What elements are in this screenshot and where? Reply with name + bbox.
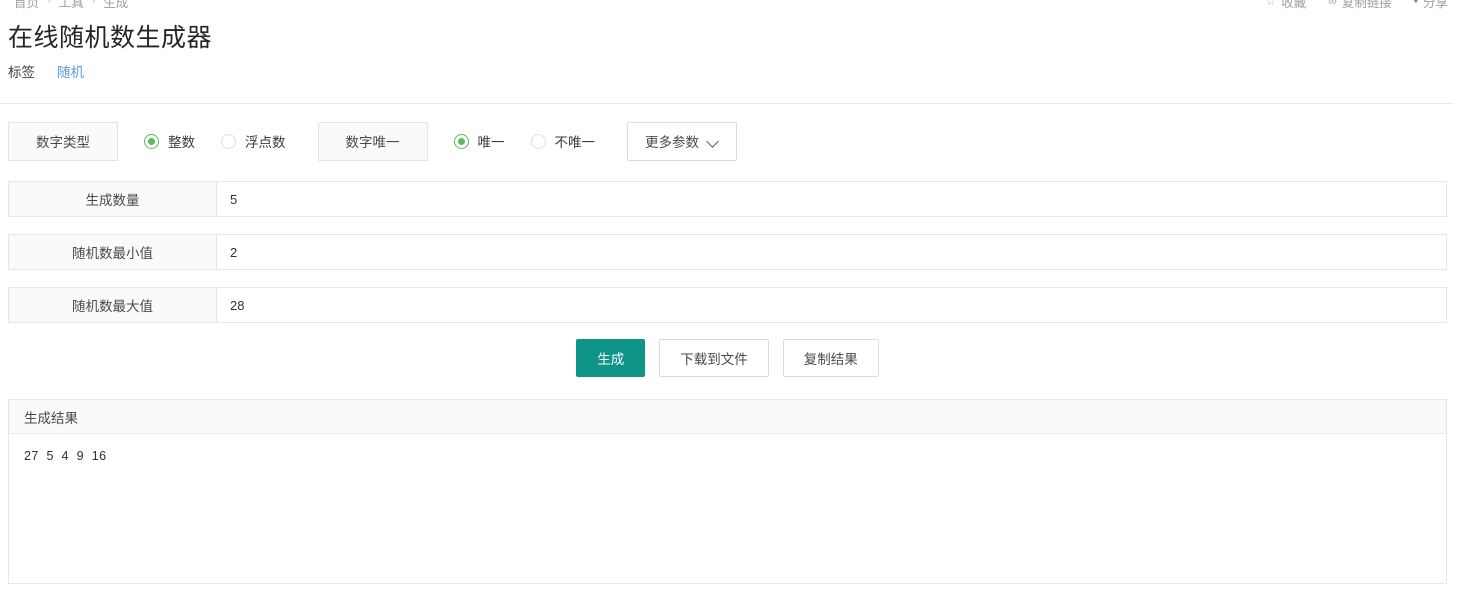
tag-link-random[interactable]: 随机: [57, 61, 84, 81]
header-divider: [0, 103, 1454, 104]
result-output[interactable]: 27 5 4 9 16: [9, 434, 1446, 583]
generate-button[interactable]: 生成: [576, 339, 646, 377]
favorite-button[interactable]: ☆ 收藏: [1265, 0, 1306, 11]
top-actions: ☆ 收藏 ∞ 复制链接 • 分享: [1265, 0, 1448, 11]
page-root: 首页 › 工具 › 生成 ☆ 收藏 ∞ 复制链接 • 分享 在线随机数生成器 标…: [0, 0, 1462, 613]
bookmark-icon: ☆: [1265, 0, 1277, 8]
field-row-min: 随机数最小值: [8, 234, 1447, 270]
tag-row: 标签 随机: [8, 61, 84, 81]
field-row-count: 生成数量: [8, 181, 1447, 217]
radio-float[interactable]: 浮点数: [221, 131, 286, 151]
field-row-max: 随机数最大值: [8, 287, 1447, 323]
breadcrumb-separator-icon: ›: [47, 0, 51, 7]
share-label: 分享: [1422, 0, 1448, 10]
radio-dot-icon: [453, 133, 469, 149]
more-params-label: 更多参数: [645, 135, 699, 150]
radio-integer-label: 整数: [168, 135, 195, 150]
result-header: 生成结果: [9, 400, 1446, 434]
breadcrumb: 首页 › 工具 › 生成: [14, 0, 128, 11]
share-icon: •: [1413, 0, 1418, 8]
field-label-max: 随机数最大值: [9, 288, 217, 322]
download-file-button[interactable]: 下载到文件: [659, 339, 769, 377]
copy-link-label: 复制链接: [1341, 0, 1392, 10]
radio-unique[interactable]: 唯一: [453, 131, 505, 151]
breadcrumb-separator-icon: ›: [91, 0, 96, 7]
radio-dot-icon: [144, 133, 159, 149]
options-row: 数字类型 整数 浮点数 数字唯一 唯一 不唯一 更多参数: [8, 121, 737, 161]
breadcrumb-item-home[interactable]: 首页: [14, 0, 39, 11]
more-params-button[interactable]: 更多参数: [627, 121, 737, 161]
uniqueness-label: 数字唯一: [317, 121, 428, 161]
copy-link-button[interactable]: ∞ 复制链接: [1328, 0, 1392, 11]
max-input[interactable]: [217, 288, 1446, 322]
breadcrumb-item-generate[interactable]: 生成: [103, 0, 128, 11]
radio-dot-icon: [530, 133, 546, 149]
radio-dot-icon: [221, 133, 236, 149]
number-type-label: 数字类型: [8, 121, 118, 161]
result-panel: 生成结果 27 5 4 9 16: [8, 399, 1447, 584]
favorite-label: 收藏: [1281, 0, 1307, 10]
radio-float-label: 浮点数: [245, 135, 286, 150]
count-input[interactable]: [217, 182, 1446, 216]
radio-integer[interactable]: 整数: [144, 131, 195, 151]
field-label-count: 生成数量: [9, 182, 217, 216]
share-button[interactable]: • 分享: [1414, 0, 1448, 11]
tag-label: 标签: [8, 65, 35, 80]
link-icon: ∞: [1328, 0, 1337, 8]
copy-result-button[interactable]: 复制结果: [782, 339, 879, 377]
topbar: 首页 › 工具 › 生成 ☆ 收藏 ∞ 复制链接 • 分享: [0, 0, 1462, 12]
page-title: 在线随机数生成器: [8, 24, 213, 52]
min-input[interactable]: [217, 235, 1446, 269]
radio-unique-label: 唯一: [477, 135, 505, 150]
field-label-min: 随机数最小值: [9, 235, 217, 269]
radio-not-unique[interactable]: 不唯一: [530, 131, 596, 151]
chevron-down-icon: [708, 136, 719, 147]
breadcrumb-item-tools[interactable]: 工具: [59, 0, 84, 11]
radio-not-unique-label: 不唯一: [554, 135, 596, 150]
action-buttons: 生成 下载到文件 复制结果: [0, 339, 1455, 377]
